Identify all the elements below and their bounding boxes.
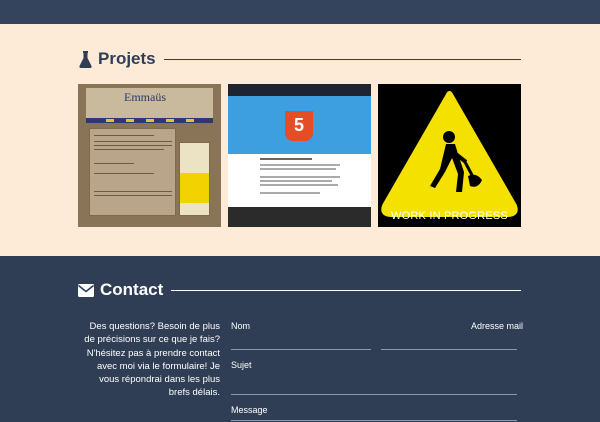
name-input[interactable]	[231, 349, 371, 350]
thumbnail-content	[89, 128, 176, 216]
contact-blurb: Des questions? Besoin de plus de précisi…	[84, 321, 220, 399]
thumbnail-nav	[228, 84, 371, 96]
project-thumbnail-wip[interactable]: WORK IN PROGRESS	[378, 84, 521, 227]
projects-title: Projets	[98, 49, 156, 68]
thumbnail-footer	[228, 207, 371, 227]
top-bar	[0, 0, 600, 24]
contact-heading: Contact	[78, 280, 521, 300]
thumbnail-sidebar	[179, 142, 210, 216]
message-textarea[interactable]	[231, 420, 517, 421]
projects-heading: Projets	[79, 49, 521, 69]
message-label: Message	[231, 405, 268, 415]
contact-title: Contact	[100, 280, 164, 299]
email-label: Adresse mail	[471, 321, 524, 331]
html5-icon: 5	[285, 111, 313, 141]
thumbnail-logo-text: Emmaüs	[124, 90, 166, 104]
email-input[interactable]	[381, 349, 517, 350]
name-label: Nom	[231, 321, 251, 331]
contact-heading-rule	[171, 289, 521, 291]
construction-warning-icon	[381, 91, 518, 217]
subject-label: Sujet	[231, 360, 252, 370]
thumbnail-nav	[86, 118, 213, 123]
projects-heading-rule	[163, 58, 521, 60]
project-thumbnail-emmaus[interactable]: Emmaüs	[78, 84, 221, 227]
flask-icon	[79, 50, 92, 68]
subject-input[interactable]	[231, 394, 517, 395]
project-thumbnail-html5[interactable]: 5	[228, 84, 371, 227]
envelope-icon	[78, 283, 94, 297]
wip-caption: WORK IN PROGRESS	[391, 210, 508, 222]
